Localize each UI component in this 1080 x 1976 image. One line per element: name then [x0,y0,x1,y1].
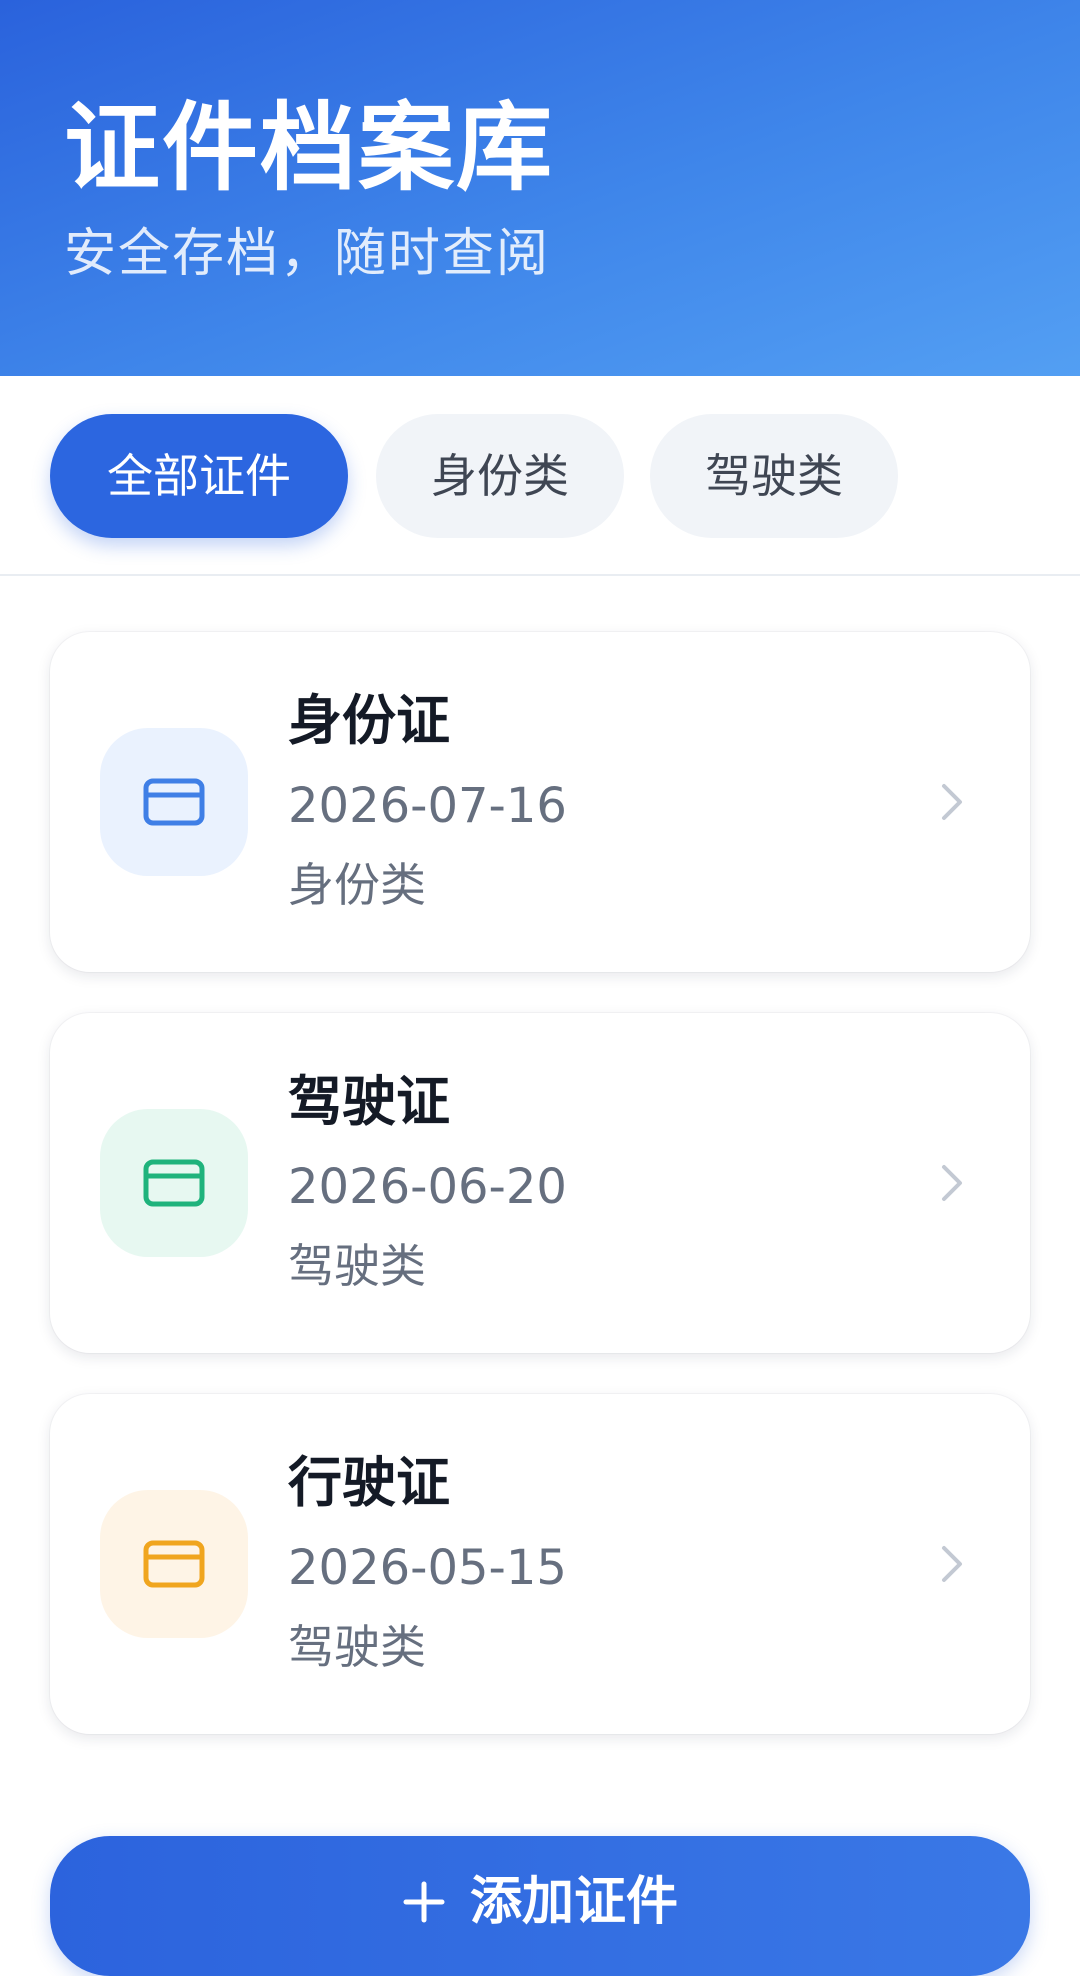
add-document-button[interactable]: 添加证件 [50,1836,1030,1976]
card-category: 身份类 [288,858,426,912]
document-card-id-card[interactable]: 身份证 2026-07-16 身份类 [50,632,1030,972]
card-date: 2026-05-15 [288,1540,567,1596]
chevron-right-icon [942,1165,962,1201]
card-title: 行驶证 [288,1451,450,1514]
chevron-right-icon [942,1546,962,1582]
tab-identity[interactable]: 身份类 [376,414,624,538]
card-icon-box [100,728,248,876]
document-card-driver-license[interactable]: 驾驶证 2026-06-20 驾驶类 [50,1013,1030,1353]
card-category: 驾驶类 [288,1239,426,1293]
document-card-vehicle-license[interactable]: 行驶证 2026-05-15 驾驶类 [50,1394,1030,1734]
page-title: 证件档案库 [64,92,554,204]
card-icon-box [100,1109,248,1257]
chevron-right-icon [942,784,962,820]
id-card-icon [143,1159,205,1207]
card-date: 2026-07-16 [288,778,567,834]
card-category: 驾驶类 [288,1620,426,1674]
card-date: 2026-06-20 [288,1159,567,1215]
tab-all-documents[interactable]: 全部证件 [50,414,348,538]
header-banner: 证件档案库 安全存档，随时查阅 [0,0,1080,376]
page-subtitle: 安全存档，随时查阅 [64,224,551,284]
card-icon-box [100,1490,248,1638]
card-title: 驾驶证 [288,1070,450,1133]
id-card-icon [143,1540,205,1588]
category-tabs: 全部证件 身份类 驾驶类 [0,376,1080,576]
tab-driving[interactable]: 驾驶类 [650,414,898,538]
plus-icon [403,1881,445,1923]
add-document-label: 添加证件 [469,1872,678,1932]
id-card-icon [143,778,205,826]
card-title: 身份证 [288,689,450,752]
